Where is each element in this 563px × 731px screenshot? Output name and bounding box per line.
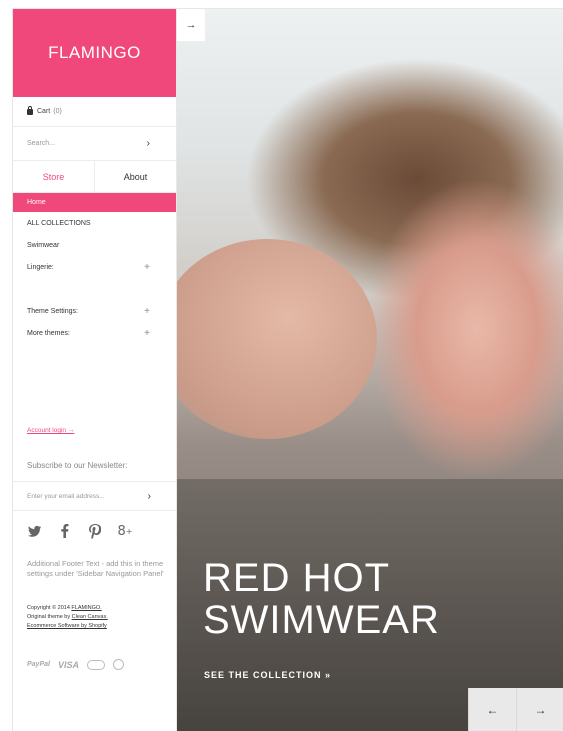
slideshow-controls: ← →	[468, 688, 563, 731]
shopify-link[interactable]: Ecommerce Software by Shopify	[27, 623, 107, 629]
sidebar-item-label: Home	[27, 199, 46, 206]
visa-icon: VISA	[57, 659, 79, 670]
chevron-right-icon[interactable]: ›	[147, 138, 150, 149]
see-collection-link[interactable]: SEE THE COLLECTION »	[204, 670, 331, 680]
newsletter-label: Subscribe to our Newsletter:	[27, 461, 128, 470]
hero-image-detail	[177, 239, 377, 439]
cart-label: Cart	[37, 108, 51, 115]
sidebar-item-more-themes[interactable]: More themes: +	[13, 322, 176, 344]
sidebar-item-swimwear[interactable]: Swimwear	[13, 234, 176, 256]
hero-slideshow: → RED HOT SWIMWEAR SEE THE COLLECTION » …	[177, 9, 563, 731]
account-login-link[interactable]: Account login →	[27, 427, 74, 434]
cart-count: (0)	[53, 108, 62, 115]
sidebar-tabs: Store About	[13, 161, 176, 193]
twitter-icon[interactable]	[27, 523, 43, 539]
social-links: 8 +	[27, 523, 133, 539]
plus-icon[interactable]: +	[144, 328, 150, 339]
copyright-text: Copyright © 2014	[27, 605, 72, 611]
search-input[interactable]: Search...	[27, 140, 55, 147]
page-frame: FLAMINGO Cart (0) Search... › Store Abou…	[12, 8, 563, 731]
pinterest-icon[interactable]	[87, 523, 103, 539]
chevron-right-icon[interactable]: ›	[148, 491, 151, 502]
theme-credit-text: Original theme by	[27, 614, 72, 620]
copyright: Copyright © 2014 FLAMINGO. Original them…	[27, 604, 167, 631]
sidebar-item-label: Theme Settings:	[27, 307, 78, 315]
hero-headline-line: SWIMWEAR	[203, 598, 440, 642]
plus-icon[interactable]: +	[144, 306, 150, 317]
hero-headline-line: RED HOT	[203, 556, 390, 600]
clean-canvas-link[interactable]: Clean Canvas.	[72, 614, 108, 620]
sidebar-item-all-collections[interactable]: ALL COLLECTIONS	[13, 212, 176, 234]
tab-store[interactable]: Store	[13, 161, 95, 192]
brand-header[interactable]: FLAMINGO	[13, 9, 176, 97]
brand-footer-link[interactable]: FLAMINGO.	[71, 605, 101, 611]
sidebar-item-home[interactable]: Home	[13, 193, 176, 212]
sidebar-item-label: Swimwear	[27, 241, 60, 249]
bitcoin-icon	[112, 659, 124, 670]
hero-headline: RED HOT SWIMWEAR	[203, 557, 440, 641]
arrow-right-icon: →	[534, 703, 547, 717]
bag-icon	[27, 105, 33, 115]
sidebar-item-label: Lingerie:	[27, 263, 54, 271]
paypal-icon: PayPal	[27, 661, 50, 668]
email-input[interactable]: Enter your email address...	[27, 493, 105, 500]
payment-icons: PayPal VISA	[27, 659, 124, 670]
sidebar-item-theme-settings[interactable]: Theme Settings: +	[13, 300, 176, 322]
arrow-left-icon: ←	[486, 703, 499, 717]
facebook-icon[interactable]	[57, 523, 73, 539]
sidebar: FLAMINGO Cart (0) Search... › Store Abou…	[13, 9, 177, 731]
next-slide-button[interactable]: →	[516, 688, 563, 731]
prev-slide-button[interactable]: ←	[468, 688, 516, 731]
cart-link[interactable]: Cart (0)	[13, 97, 176, 127]
sidebar-item-lingerie[interactable]: Lingerie: +	[13, 256, 176, 278]
sidebar-item-label: More themes:	[27, 329, 70, 337]
plus-icon[interactable]: +	[144, 262, 150, 273]
sidebar-item-label: ALL COLLECTIONS	[27, 219, 91, 227]
search-field[interactable]: Search... ›	[13, 127, 176, 161]
sidebar-nav: Home ALL COLLECTIONS Swimwear Lingerie: …	[13, 193, 176, 344]
google-plus-icon[interactable]: 8 +	[117, 523, 133, 539]
mastercard-icon	[86, 659, 105, 670]
footer-text: Additional Footer Text - add this in the…	[27, 559, 164, 578]
tab-about[interactable]: About	[95, 161, 176, 192]
brand-logo[interactable]: FLAMINGO	[48, 43, 141, 63]
newsletter-email-field[interactable]: Enter your email address... ›	[13, 481, 177, 511]
arrow-right-icon[interactable]: →	[177, 9, 205, 41]
